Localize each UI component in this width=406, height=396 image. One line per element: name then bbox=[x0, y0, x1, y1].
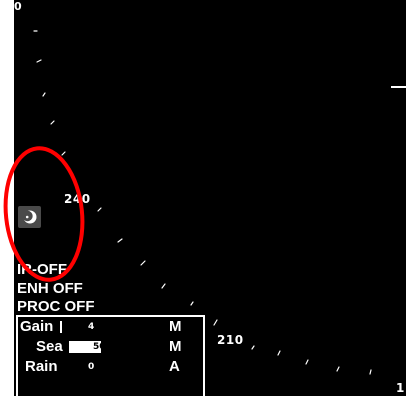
sea-label: Sea bbox=[36, 338, 63, 355]
bearing-label-210: 210 bbox=[217, 333, 244, 347]
enh-status[interactable]: ENH OFF bbox=[17, 280, 83, 297]
ir-status[interactable]: IR-OFF bbox=[17, 261, 67, 278]
heading-line-marker bbox=[391, 86, 406, 88]
radar-display[interactable]: 0 240 210 1 IR-OFF ENH OFF PROC OFF Gain… bbox=[14, 0, 406, 396]
gain-value: 4 bbox=[88, 322, 95, 332]
gain-label: Gain bbox=[20, 318, 54, 335]
day-night-button[interactable] bbox=[18, 206, 41, 228]
rain-row[interactable]: Rain 0 A bbox=[18, 358, 203, 377]
bearing-label-edge: 1 bbox=[396, 381, 405, 395]
moon-icon bbox=[21, 210, 36, 224]
rain-value: 0 bbox=[88, 362, 95, 372]
bearing-label-240: 240 bbox=[64, 192, 91, 206]
gain-row[interactable]: Gain 4 M bbox=[18, 318, 203, 337]
sea-row[interactable]: Sea 50 M bbox=[18, 338, 203, 357]
gain-mode[interactable]: M bbox=[169, 318, 182, 335]
rain-label: Rain bbox=[25, 358, 58, 375]
gain-level-bar[interactable] bbox=[60, 321, 62, 333]
gain-sea-rain-panel: Gain 4 M Sea 50 M Rain 0 A bbox=[16, 315, 205, 396]
sea-mode[interactable]: M bbox=[169, 338, 182, 355]
sea-value: 50 bbox=[93, 342, 106, 352]
bearing-label-0: 0 bbox=[14, 0, 23, 13]
rain-mode[interactable]: A bbox=[169, 358, 180, 375]
proc-status[interactable]: PROC OFF bbox=[17, 298, 95, 315]
